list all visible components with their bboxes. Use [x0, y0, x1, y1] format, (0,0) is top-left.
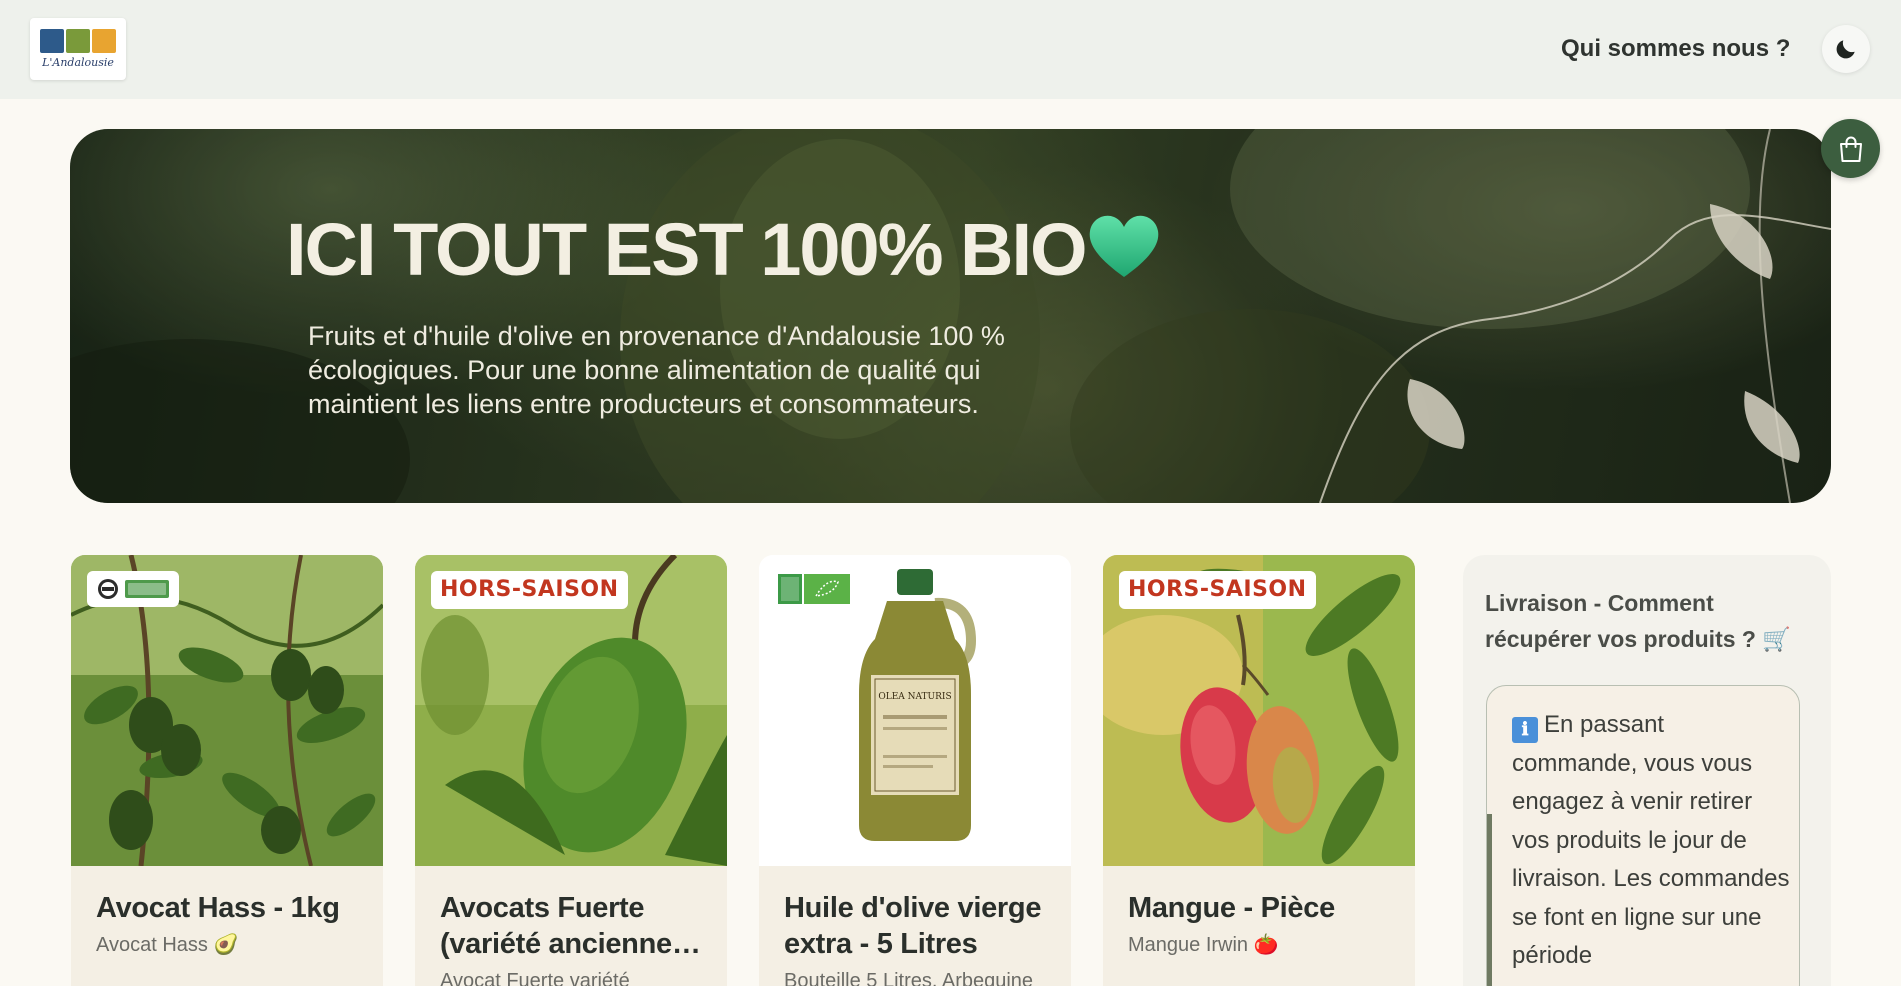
bio-label-badge [87, 571, 179, 607]
product-image[interactable]: OLEA NATURIS [759, 555, 1071, 866]
off-season-badge: HORS-SAISON [431, 571, 628, 609]
site-header: L'Andalousie Qui sommes nous ? [0, 0, 1901, 99]
product-card[interactable]: HORS-SAISON Avocats Fuerte (variété anci… [415, 555, 727, 986]
theme-toggle-button[interactable] [1822, 25, 1870, 73]
product-description: Bouteille 5 Litres. Arbequine [784, 970, 1034, 986]
product-title[interactable]: Mangue - Pièce [1128, 890, 1395, 926]
site-logo[interactable]: L'Andalousie [30, 18, 126, 80]
product-image[interactable]: HORS-SAISON [415, 555, 727, 866]
logo-text: L'Andalousie [42, 56, 114, 69]
cart-button[interactable] [1821, 119, 1880, 178]
delivery-info-card: ℹ En passant commande, vous vous engagez … [1486, 685, 1800, 986]
delivery-panel-title: Livraison - Comment récupérer vos produi… [1485, 590, 1791, 652]
product-description: Avocat Hass 🥑 [96, 934, 239, 956]
accent-bar [1487, 814, 1492, 986]
hero-subtitle: Fruits et d'huile d'olive en provenance … [308, 321, 1005, 419]
hero-banner: ICI TOUT EST 100% BIO Fruits et d'huile … [70, 129, 1831, 503]
product-description: Mangue Irwin 🍅 [1128, 934, 1279, 956]
hero-title: ICI TOUT EST 100% BIO [286, 208, 1088, 291]
off-season-badge: HORS-SAISON [1119, 571, 1316, 609]
bottle-label: OLEA NATURIS [878, 692, 951, 702]
delivery-info-panel: Livraison - Comment récupérer vos produi… [1463, 555, 1831, 986]
product-description: Avocat Fuerte variété [440, 970, 630, 986]
product-image[interactable] [71, 555, 383, 866]
eu-organic-label-badge [777, 573, 851, 605]
hero-background-decoration [70, 129, 1831, 503]
product-card[interactable]: HORS-SAISON Mangue - Pièce Mangue Irwin … [1103, 555, 1415, 986]
ab-logo-icon [778, 574, 802, 604]
product-image[interactable]: HORS-SAISON [1103, 555, 1415, 866]
product-title[interactable]: Avocat Hass - 1kg [96, 890, 363, 926]
green-heart-icon [1089, 215, 1159, 277]
product-card[interactable]: Avocat Hass - 1kg Avocat Hass 🥑 [71, 555, 383, 986]
bio-seal-icon [98, 579, 118, 599]
delivery-info-text: ℹ En passant commande, vous vous engagez … [1512, 706, 1792, 976]
organic-label-icon [125, 580, 169, 598]
shopping-bag-icon [1839, 136, 1862, 162]
nav-about-link[interactable]: Qui sommes nous ? [1561, 33, 1790, 65]
eu-leaf-icon [804, 574, 850, 604]
product-card[interactable]: OLEA NATURIS Huile d'olive vierge extra … [759, 555, 1071, 986]
info-icon: ℹ [1512, 717, 1538, 743]
product-title[interactable]: Huile d'olive vierge extra - 5 Litres [784, 890, 1051, 962]
moon-icon [1836, 40, 1855, 59]
logo-tiles [40, 29, 116, 53]
product-title[interactable]: Avocats Fuerte (variété ancienne… [440, 890, 707, 962]
delivery-info-body: En passant commande, vous vous engagez à… [1512, 711, 1790, 969]
